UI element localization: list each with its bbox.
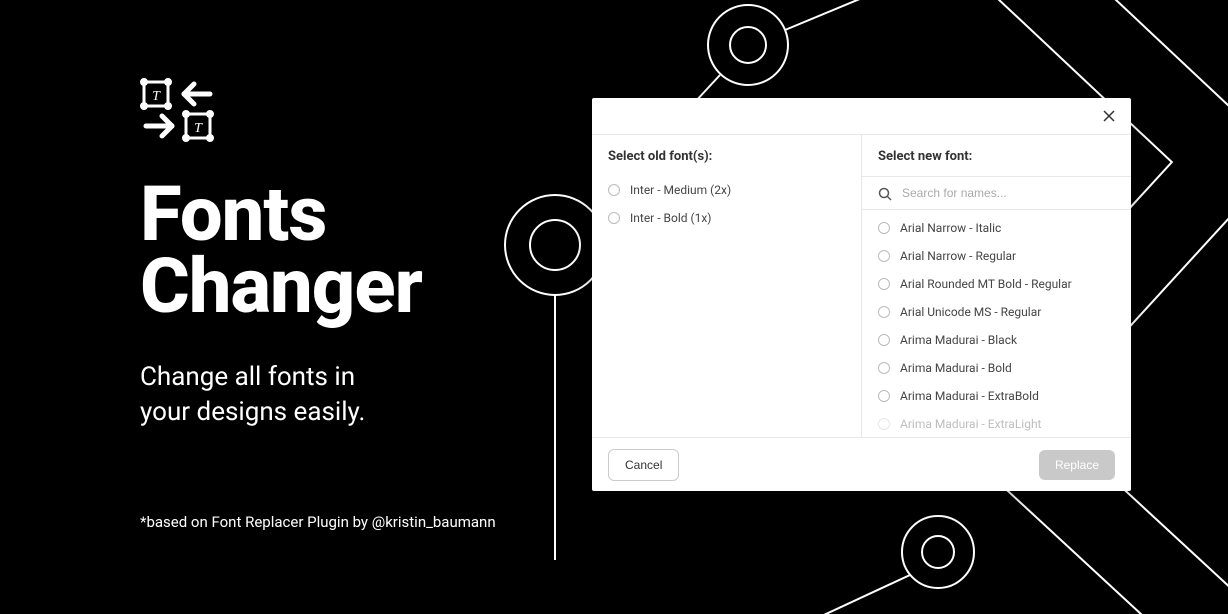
- old-font-label: Inter - Bold (1x): [630, 211, 711, 225]
- radio-icon: [878, 306, 890, 318]
- search-icon: [878, 186, 892, 200]
- radio-icon: [608, 184, 620, 196]
- close-button[interactable]: [1099, 106, 1119, 126]
- dialog-footer: Cancel Replace: [592, 437, 1131, 491]
- radio-icon: [878, 250, 890, 262]
- old-fonts-header: Select old font(s):: [592, 135, 861, 176]
- new-fonts-panel: Select new font: Arial Narrow - Italic: [862, 135, 1131, 437]
- svg-text:T: T: [194, 121, 203, 136]
- radio-icon: [878, 334, 890, 346]
- hero-section: T T Fonts Changer Change all fonts in: [140, 78, 422, 431]
- new-font-label: Arima Madurai - ExtraBold: [900, 389, 1039, 403]
- old-font-label: Inter - Medium (2x): [630, 183, 731, 197]
- new-font-label: Arima Madurai - Bold: [900, 361, 1012, 375]
- cancel-button[interactable]: Cancel: [608, 449, 679, 481]
- new-fonts-list: Arial Narrow - Italic Arial Narrow - Reg…: [862, 210, 1131, 437]
- old-font-item[interactable]: Inter - Medium (2x): [592, 176, 861, 204]
- close-icon: [1103, 110, 1115, 122]
- new-font-label: Arial Rounded MT Bold - Regular: [900, 277, 1072, 291]
- new-font-label: Arial Unicode MS - Regular: [900, 305, 1041, 319]
- app-title: Fonts Changer: [140, 178, 422, 322]
- new-fonts-header: Select new font:: [862, 135, 1131, 177]
- new-font-item[interactable]: Arial Unicode MS - Regular: [862, 298, 1131, 326]
- new-font-item[interactable]: Arial Narrow - Italic: [862, 214, 1131, 242]
- new-font-item[interactable]: Arima Madurai - ExtraBold: [862, 382, 1131, 410]
- subtitle-line-2: your designs easily.: [140, 397, 365, 427]
- radio-icon: [878, 278, 890, 290]
- new-font-item[interactable]: Arial Narrow - Regular: [862, 242, 1131, 270]
- new-font-item[interactable]: Arima Madurai - Black: [862, 326, 1131, 354]
- subtitle-line-1: Change all fonts in: [140, 362, 355, 392]
- new-font-label: Arima Madurai - Black: [900, 333, 1017, 347]
- new-font-label: Arima Madurai - ExtraLight: [900, 417, 1042, 431]
- new-font-item[interactable]: Arial Rounded MT Bold - Regular: [862, 270, 1131, 298]
- radio-icon: [608, 212, 620, 224]
- search-row: [862, 177, 1131, 210]
- radio-icon: [878, 390, 890, 402]
- new-font-item[interactable]: Arima Madurai - ExtraLight: [862, 410, 1131, 431]
- fonts-changer-dialog: Select old font(s): Inter - Medium (2x) …: [592, 98, 1131, 491]
- svg-text:T: T: [152, 89, 161, 104]
- new-font-label: Arial Narrow - Regular: [900, 249, 1016, 263]
- radio-icon: [878, 362, 890, 374]
- old-font-item[interactable]: Inter - Bold (1x): [592, 204, 861, 232]
- old-fonts-list: Inter - Medium (2x) Inter - Bold (1x): [592, 176, 861, 437]
- new-font-item[interactable]: Arima Madurai - Bold: [862, 354, 1131, 382]
- dialog-body: Select old font(s): Inter - Medium (2x) …: [592, 135, 1131, 437]
- title-line-2: Changer: [140, 241, 422, 331]
- app-logo-icon: T T: [140, 78, 422, 148]
- new-font-label: Arial Narrow - Italic: [900, 221, 1001, 235]
- replace-button[interactable]: Replace: [1039, 450, 1115, 480]
- radio-icon: [878, 418, 890, 430]
- old-fonts-panel: Select old font(s): Inter - Medium (2x) …: [592, 135, 862, 437]
- radio-icon: [878, 222, 890, 234]
- search-input[interactable]: [902, 186, 1115, 200]
- dialog-titlebar: [592, 98, 1131, 135]
- credit-text: *based on Font Replacer Plugin by @krist…: [140, 513, 496, 531]
- app-subtitle: Change all fonts in your designs easily.: [140, 360, 422, 430]
